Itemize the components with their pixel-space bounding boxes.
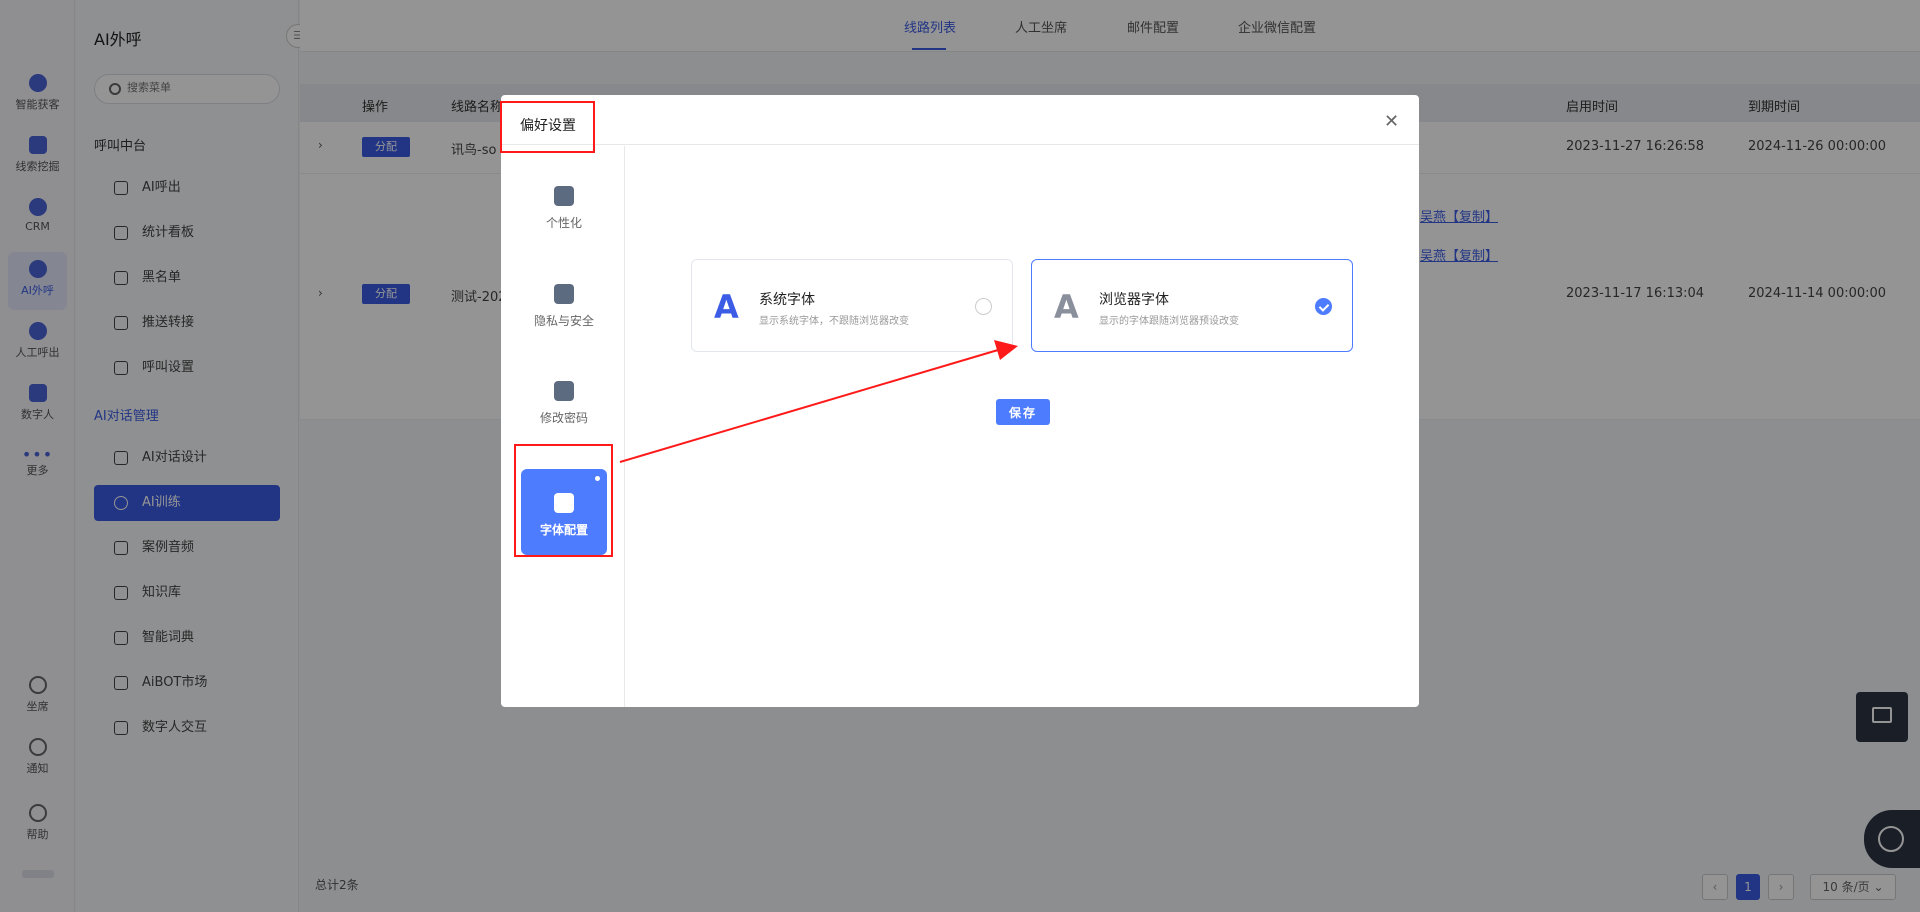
annotation-arrow bbox=[619, 340, 1018, 463]
